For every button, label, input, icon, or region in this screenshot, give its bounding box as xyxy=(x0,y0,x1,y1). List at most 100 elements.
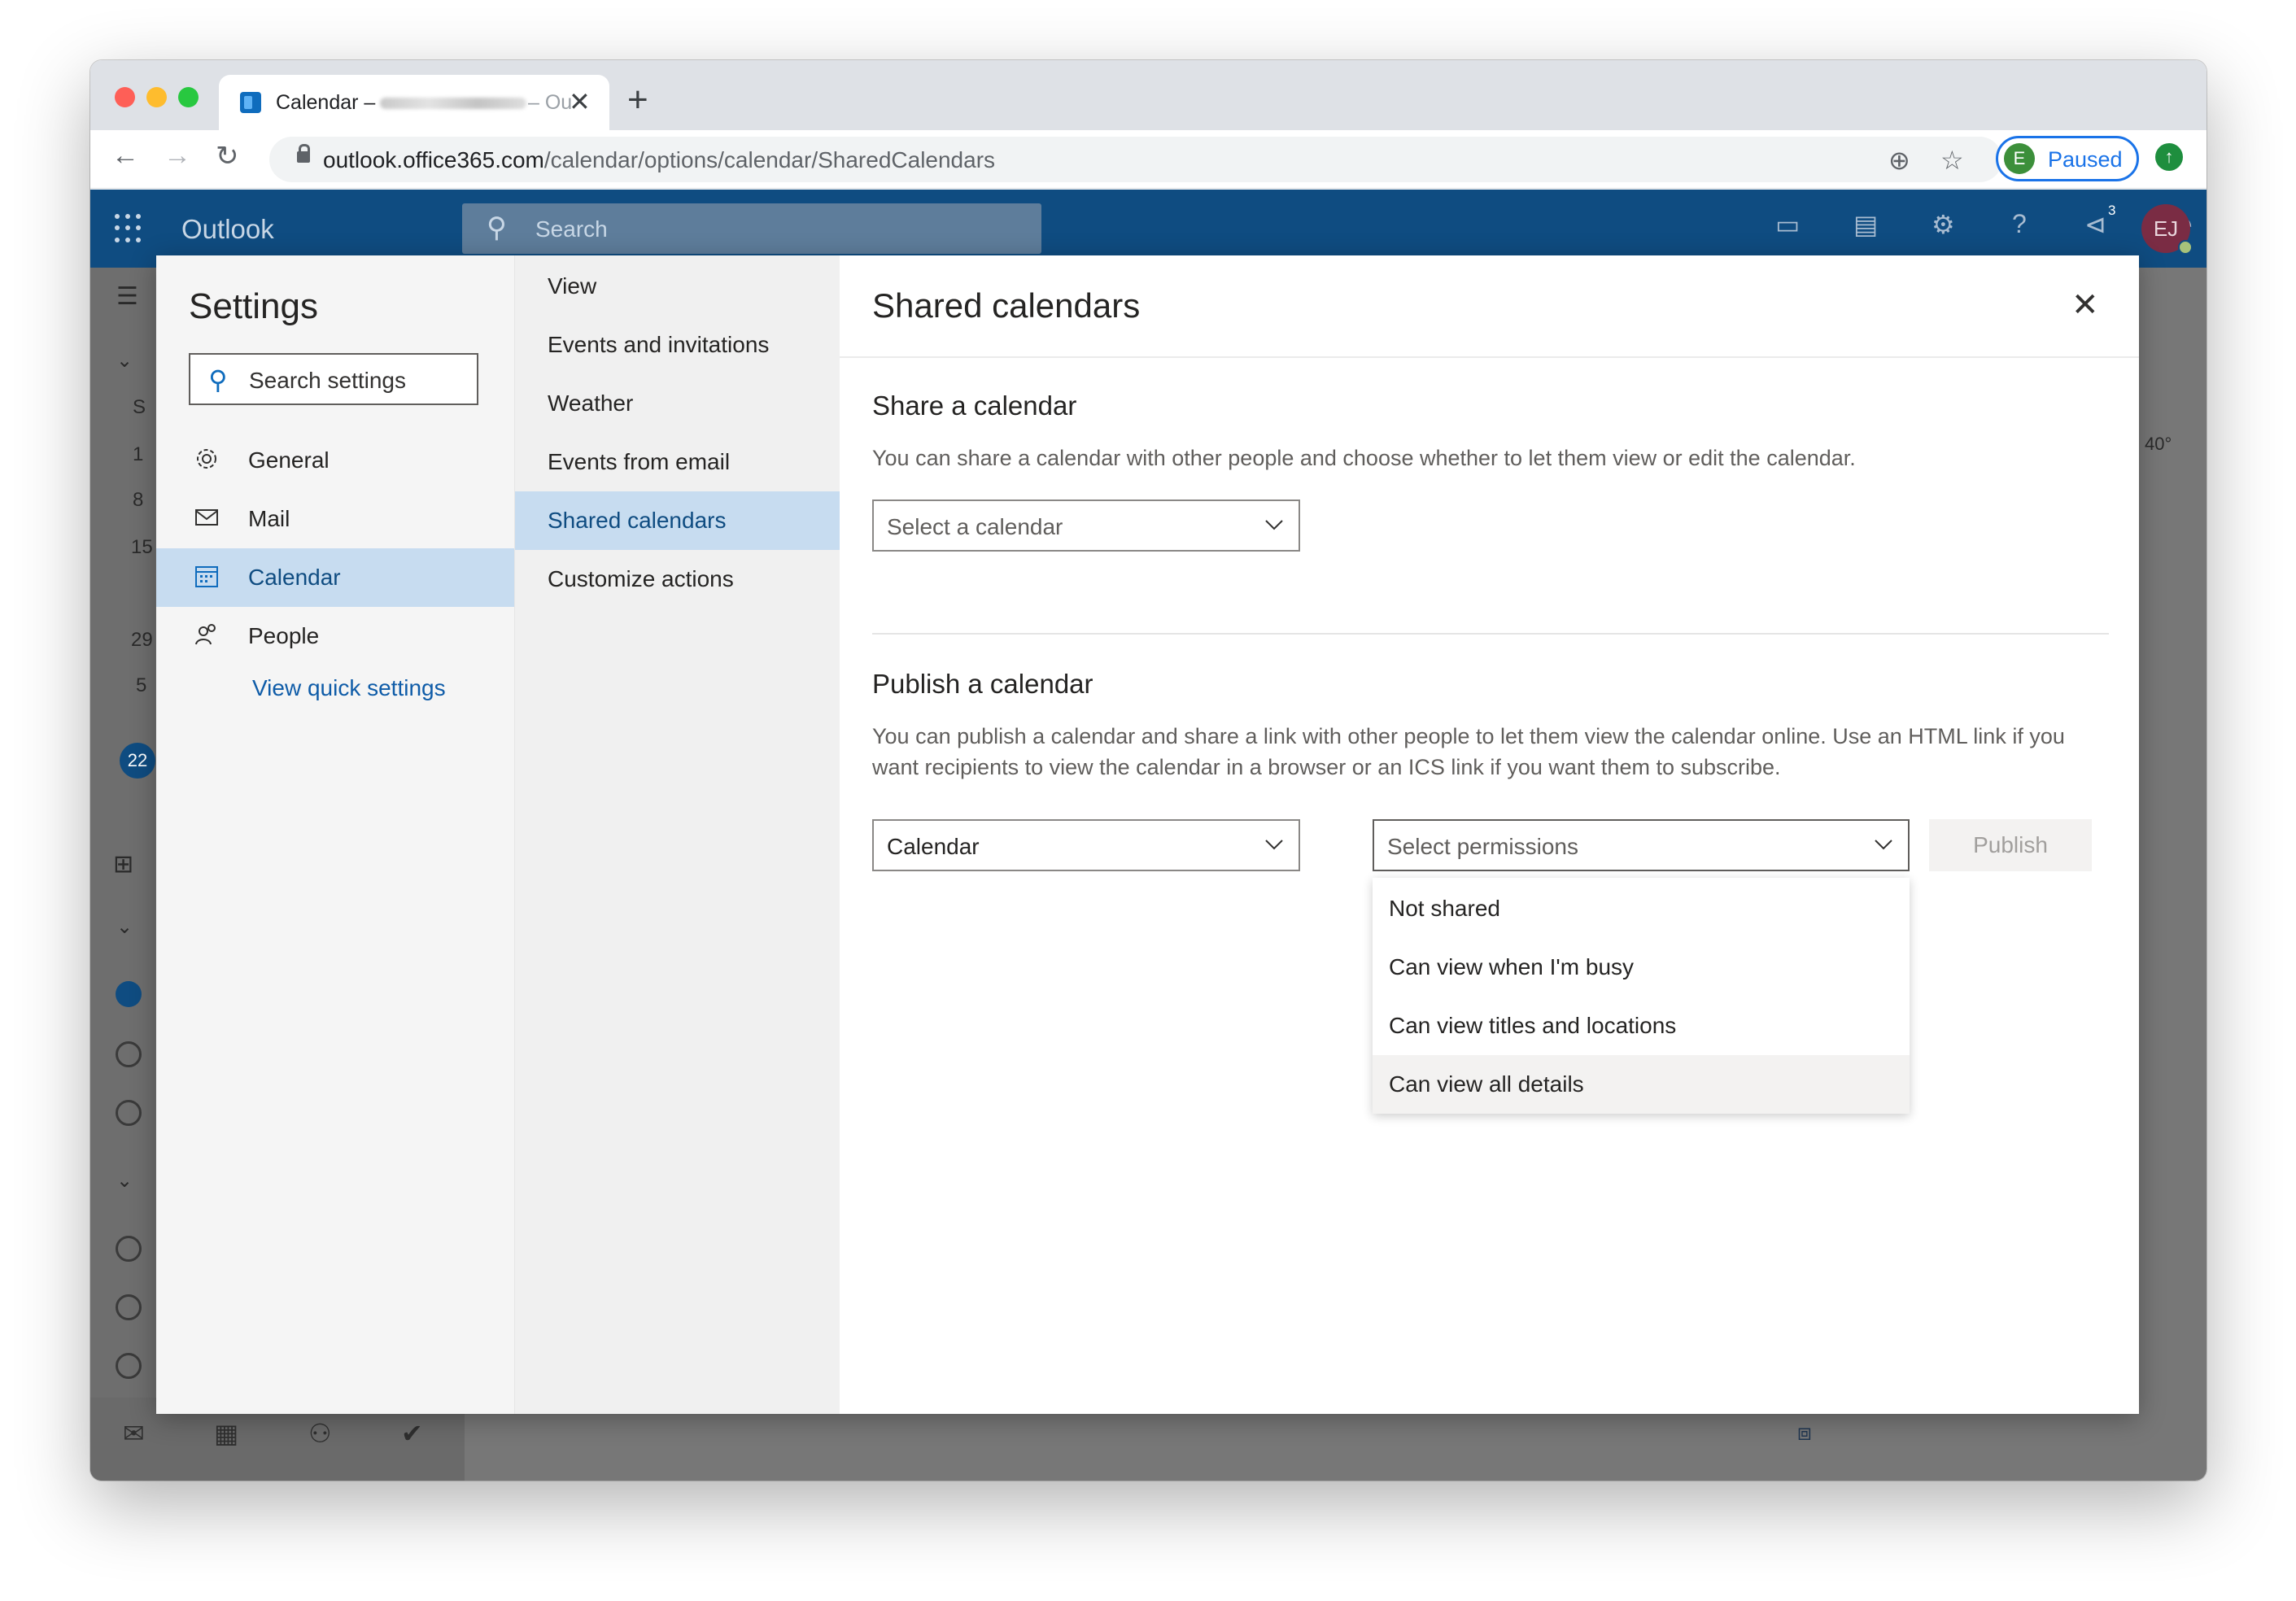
settings-subcategory-label: Shared calendars xyxy=(548,508,727,533)
browser-toolbar: ← → ↻ outlook.office365.com/calendar/opt… xyxy=(90,130,2207,189)
close-icon[interactable]: ✕ xyxy=(2071,286,2099,324)
share-calendar-dropdown[interactable]: Select a calendar xyxy=(872,499,1300,552)
unchecked-circle-icon[interactable] xyxy=(116,1353,142,1379)
calendar-day-label: S xyxy=(133,396,146,418)
permission-option-all-details[interactable]: Can view all details xyxy=(1373,1055,1910,1114)
checked-circle-icon[interactable] xyxy=(116,981,142,1007)
gear-icon xyxy=(197,449,216,469)
maximize-window-button[interactable] xyxy=(178,87,199,107)
add-calendar-icon[interactable]: ⊞ xyxy=(113,850,133,879)
mail-icon xyxy=(195,509,218,526)
reload-icon[interactable]: ↻ xyxy=(216,140,239,172)
shared-calendars-panel: Shared calendars ✕ Share a calendar You … xyxy=(840,255,2139,1414)
settings-category-label: People xyxy=(248,623,320,648)
calendar-day-label: 1 xyxy=(133,443,144,465)
browser-window: Calendar – – Ou ✕ + ← → ↻ outlook.office… xyxy=(90,60,2207,1481)
people-icon[interactable]: ⚇ xyxy=(308,1418,332,1449)
gear-icon[interactable]: ⚙ xyxy=(1932,209,1955,240)
update-arrow-icon[interactable]: ↑ xyxy=(2155,143,2183,171)
mail-icon[interactable]: ✉ xyxy=(123,1418,145,1449)
app-launcher-icon[interactable] xyxy=(115,214,144,243)
panel-divider xyxy=(840,356,2139,358)
people-icon xyxy=(195,624,216,645)
browser-tab[interactable]: Calendar – – Ou ✕ xyxy=(219,75,609,130)
section-divider xyxy=(872,633,2109,635)
my-day-icon[interactable]: ▤ xyxy=(1853,209,1878,240)
permission-option-label: Not shared xyxy=(1389,896,1500,921)
view-quick-settings-link[interactable]: View quick settings xyxy=(252,675,446,701)
chevron-down-icon[interactable]: ⌄ xyxy=(116,1169,133,1193)
settings-subcategory-view[interactable]: View xyxy=(515,257,840,316)
permission-option-titles-locations[interactable]: Can view titles and locations xyxy=(1373,997,1910,1055)
calendar-left-rail: ☰ ⌄ S 1 8 15 29 5 ⊞ ⌄ ⌄ xyxy=(90,268,155,1481)
suite-search-box[interactable]: ⚲ Search xyxy=(462,203,1041,254)
publish-description: You can publish a calendar and share a l… xyxy=(872,724,2065,779)
settings-category-label: General xyxy=(248,447,330,473)
settings-subcategory-customize-actions[interactable]: Customize actions xyxy=(515,550,840,609)
profile-avatar: E xyxy=(2004,143,2035,174)
settings-search-placeholder: Search settings xyxy=(249,368,406,393)
calendar-day-label: 8 xyxy=(133,489,144,511)
suite-search-placeholder: Search xyxy=(535,216,608,242)
calendar-day-label: 15 xyxy=(131,536,153,558)
publish-button[interactable]: Publish xyxy=(1929,819,2092,871)
tab-title: Calendar – xyxy=(276,91,376,114)
new-tab-icon[interactable]: + xyxy=(627,80,648,120)
unchecked-circle-icon[interactable] xyxy=(116,1041,142,1067)
settings-category-mail[interactable]: Mail xyxy=(156,490,514,548)
install-app-icon[interactable]: ⊕ xyxy=(1888,145,1910,176)
panel-title: Shared calendars xyxy=(872,286,1141,325)
settings-subcategory-shared-calendars[interactable]: Shared calendars xyxy=(515,491,840,550)
calendar-icon[interactable]: ▦ xyxy=(214,1418,238,1449)
profile-button[interactable]: E Paused xyxy=(1996,136,2139,181)
settings-subcategory-events-from-email[interactable]: Events from email xyxy=(515,433,840,491)
calendar-day-label: 5 xyxy=(136,674,147,696)
settings-subcategory-label: View xyxy=(548,273,597,299)
todo-check-icon[interactable]: ✔ xyxy=(401,1418,423,1449)
forward-arrow-icon[interactable]: → xyxy=(164,140,191,172)
permission-option-label: Can view titles and locations xyxy=(1389,1013,1677,1038)
tab-close-icon[interactable]: ✕ xyxy=(569,86,591,117)
address-bar[interactable]: outlook.office365.com/calendar/options/c… xyxy=(269,137,2002,182)
search-icon: ⚲ xyxy=(487,212,507,243)
unchecked-circle-icon[interactable] xyxy=(116,1100,142,1126)
megaphone-icon[interactable]: ⊲ xyxy=(2084,209,2106,240)
back-arrow-icon[interactable]: ← xyxy=(111,140,139,172)
bookmark-star-icon[interactable]: ☆ xyxy=(1940,145,1964,176)
hamburger-menu-icon[interactable]: ☰ xyxy=(116,282,138,311)
today-date-badge[interactable]: 22 xyxy=(120,743,155,779)
settings-category-label: Mail xyxy=(248,506,290,531)
chevron-down-icon xyxy=(1265,520,1283,530)
settings-category-people[interactable]: People xyxy=(156,607,514,665)
weather-temperature: 40° xyxy=(2145,434,2172,454)
permissions-placeholder: Select permissions xyxy=(1387,834,1578,859)
chevron-down-icon xyxy=(1875,840,1892,850)
publish-calendar-value: Calendar xyxy=(887,834,980,859)
settings-subcategory-weather[interactable]: Weather xyxy=(515,374,840,433)
unchecked-circle-icon[interactable] xyxy=(116,1294,142,1320)
permissions-dropdown[interactable]: Select permissions xyxy=(1373,819,1910,871)
settings-subcategory-events-and-invitations[interactable]: Events and invitations xyxy=(515,316,840,374)
permissions-menu: Not shared Can view when I'm busy Can vi… xyxy=(1373,878,1910,1114)
settings-search-input[interactable]: ⚲ Search settings xyxy=(189,353,478,405)
permission-option-busy[interactable]: Can view when I'm busy xyxy=(1373,938,1910,997)
settings-subcategory-label: Weather xyxy=(548,390,634,416)
permission-option-not-shared[interactable]: Not shared xyxy=(1373,879,1910,938)
settings-category-general[interactable]: General xyxy=(156,431,514,490)
minimize-window-button[interactable] xyxy=(146,87,167,107)
settings-subcategory-label: Events and invitations xyxy=(548,332,770,357)
meet-now-icon[interactable]: ⧈ xyxy=(1797,1420,1812,1446)
settings-category-calendar[interactable]: Calendar xyxy=(156,548,514,607)
chevron-down-icon[interactable]: ⌄ xyxy=(116,349,133,373)
help-icon[interactable]: ? xyxy=(2012,209,2027,239)
app-brand[interactable]: Outlook xyxy=(181,214,274,245)
share-section-title: Share a calendar xyxy=(872,390,1077,421)
url-text: outlook.office365.com/calendar/options/c… xyxy=(323,147,996,172)
chevron-down-icon[interactable]: ⌄ xyxy=(116,915,133,939)
teams-chat-icon[interactable]: ▭ xyxy=(1775,209,1800,240)
unchecked-circle-icon[interactable] xyxy=(116,1236,142,1262)
close-window-button[interactable] xyxy=(115,87,135,107)
settings-dialog: Settings ⚲ Search settings General Mail … xyxy=(156,255,2139,1414)
calendar-icon xyxy=(195,566,218,587)
publish-calendar-dropdown[interactable]: Calendar xyxy=(872,819,1300,871)
